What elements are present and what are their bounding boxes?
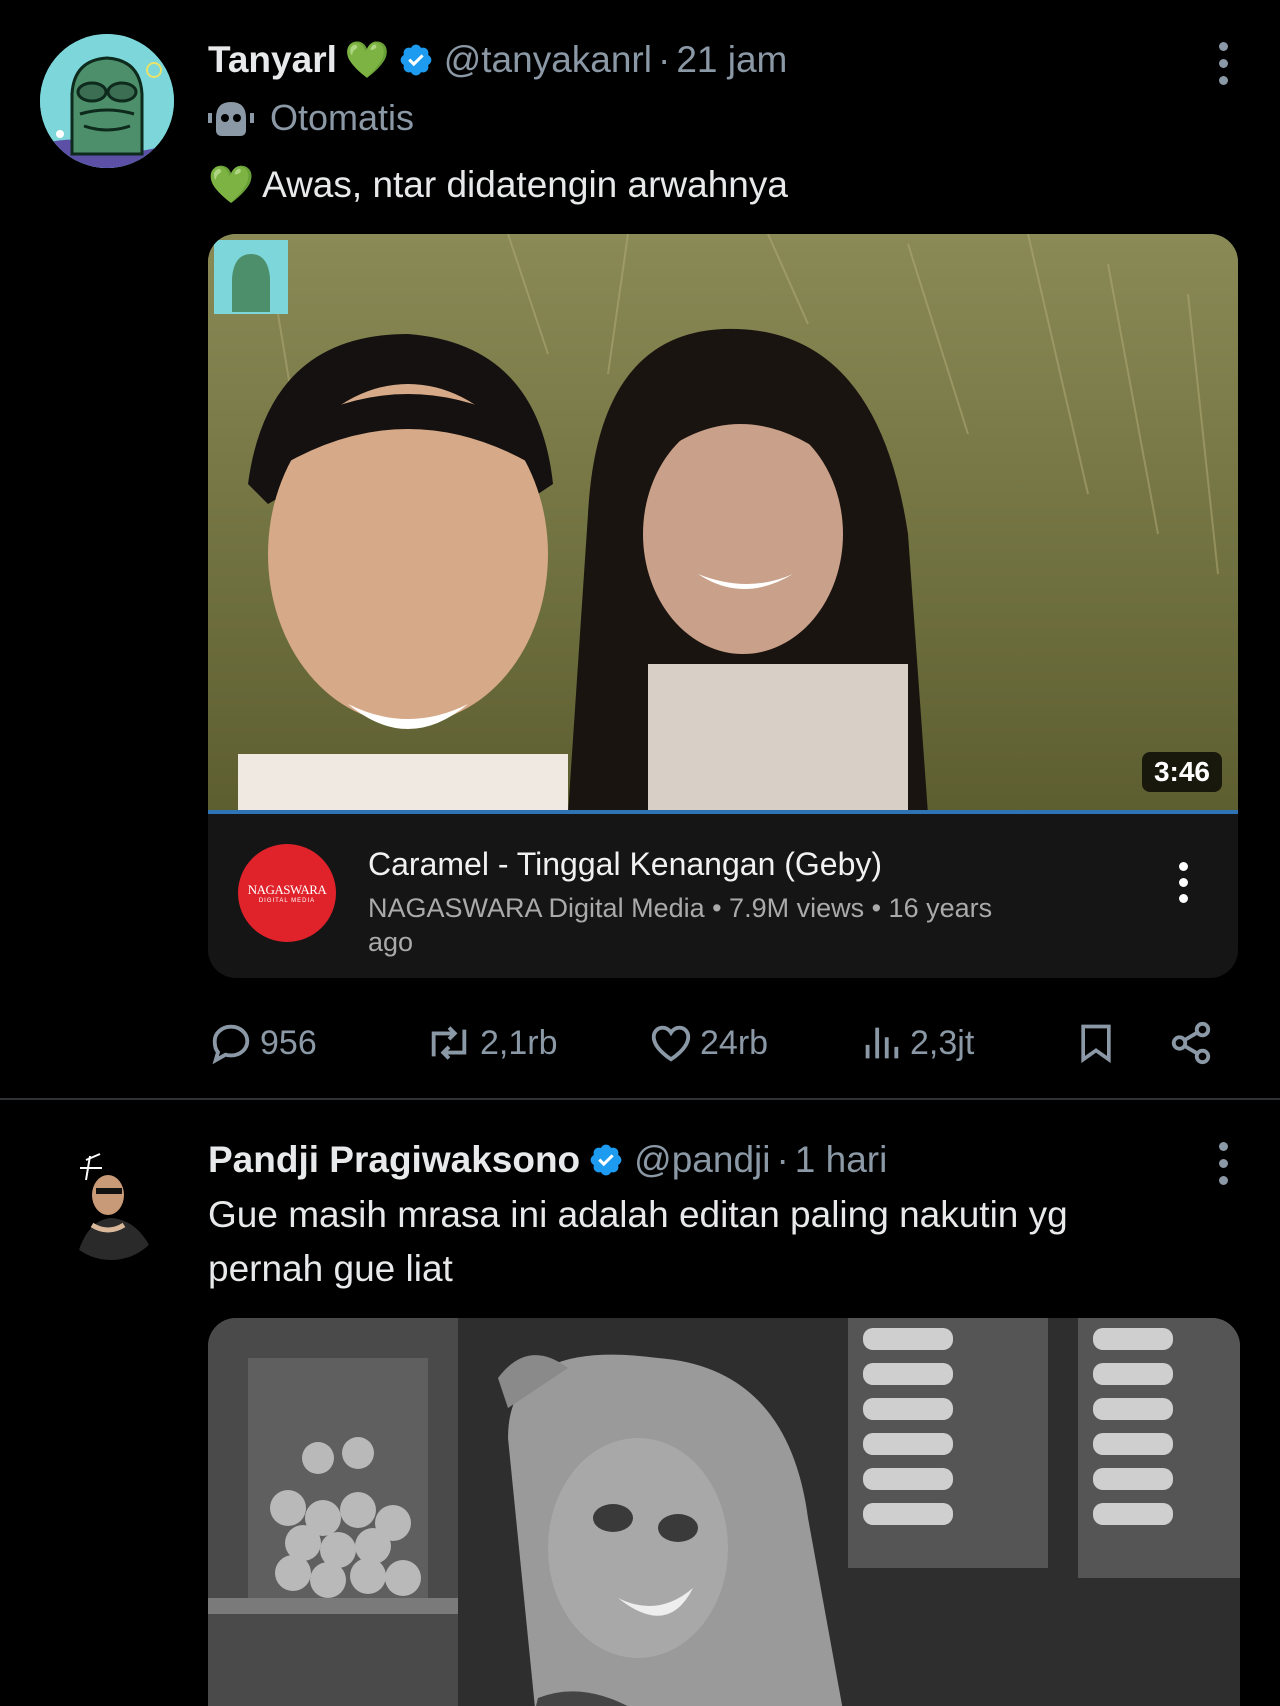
tweet-text-content: Awas, ntar didatengin arwahnya xyxy=(262,164,788,205)
tweet-text: 💚 Awas, ntar didatengin arwahnya xyxy=(208,158,1240,212)
video-card-meta[interactable]: NAGASWARA DIGITAL MEDIA Caramel - Tingga… xyxy=(208,814,1238,978)
repost-icon xyxy=(431,1026,467,1060)
video-channel-line: NAGASWARA Digital Media • 7.9M views • 1… xyxy=(368,893,993,923)
separator-dot: · xyxy=(776,1139,789,1180)
like-button[interactable]: 24rb xyxy=(648,1020,768,1066)
tweet-2[interactable]: Pandji Pragiwaksono @pandji · 1 hari Gue… xyxy=(0,1100,1280,1706)
tweet-header: Tanyarl 💚 @tanyakanrl · 21 jam xyxy=(208,30,1240,90)
thumbnail-image xyxy=(208,234,1238,814)
robot-icon xyxy=(208,102,254,136)
bookmark-icon xyxy=(1081,1024,1111,1064)
channel-logo[interactable]: NAGASWARA DIGITAL MEDIA xyxy=(238,844,336,942)
author-name[interactable]: Pandji Pragiwaksono xyxy=(208,1139,580,1181)
like-icon xyxy=(651,1025,691,1062)
tweet-1[interactable]: Tanyarl 💚 @tanyakanrl · 21 jam Otomatis … xyxy=(0,0,1280,1098)
views-count: 2,3jt xyxy=(910,1023,975,1062)
author-avatar[interactable] xyxy=(40,34,174,168)
share-button[interactable] xyxy=(1168,1020,1220,1066)
more-icon[interactable] xyxy=(1218,42,1228,85)
avatar-illustration xyxy=(40,34,174,168)
video-duration: 3:46 xyxy=(1141,752,1222,792)
verified-badge-icon xyxy=(398,42,434,78)
video-thumbnail[interactable]: 3:46 xyxy=(208,234,1238,814)
tweet-time[interactable]: 1 hari xyxy=(795,1139,888,1181)
reply-button[interactable]: 956 xyxy=(208,1020,317,1066)
separator-dot: · xyxy=(657,39,671,80)
views-button[interactable]: 2,3jt xyxy=(858,1020,974,1066)
tweet-text: Gue masih mrasa ini adalah editan paling… xyxy=(208,1194,1068,1289)
reply-count: 956 xyxy=(260,1023,317,1062)
green-heart-emoji: 💚 xyxy=(208,164,255,205)
more-icon[interactable] xyxy=(1218,1142,1228,1185)
tweet-image[interactable] xyxy=(208,1318,1240,1706)
repost-count: 2,1rb xyxy=(480,1023,558,1062)
share-icon xyxy=(1171,1021,1211,1065)
automated-label[interactable]: Otomatis xyxy=(208,90,1240,146)
author-handle[interactable]: @tanyakanrl xyxy=(444,39,652,81)
repost-button[interactable]: 2,1rb xyxy=(424,1020,558,1066)
video-channel-line-2: ago xyxy=(368,927,414,957)
green-heart-emoji: 💚 xyxy=(344,39,390,80)
video-more-icon[interactable] xyxy=(1179,862,1188,903)
channel-logo-text: NAGASWARA xyxy=(247,882,327,897)
tweet-time[interactable]: 21 jam xyxy=(676,39,787,81)
author-handle[interactable]: @pandji xyxy=(634,1139,770,1181)
tweet-header: Pandji Pragiwaksono @pandji · 1 hari xyxy=(208,1130,1240,1190)
channel-logo-subtext: DIGITAL MEDIA xyxy=(258,898,316,904)
video-title[interactable]: Caramel - Tinggal Kenangan (Geby) xyxy=(368,844,1088,884)
author-avatar[interactable] xyxy=(56,1150,166,1260)
views-icon xyxy=(865,1027,899,1059)
author-name[interactable]: Tanyarl xyxy=(208,39,337,81)
bookmark-button[interactable] xyxy=(1074,1020,1124,1066)
avatar-illustration xyxy=(56,1150,166,1260)
action-bar: 956 2,1rb 24rb 2,3jt xyxy=(208,978,1240,1108)
like-count: 24rb xyxy=(700,1023,769,1062)
image-content xyxy=(208,1318,1240,1706)
verified-badge-icon xyxy=(588,1142,624,1178)
reply-icon xyxy=(212,1024,250,1065)
automated-text: Otomatis xyxy=(270,97,415,138)
video-card[interactable]: 3:46 NAGASWARA DIGITAL MEDIA Caramel - T… xyxy=(208,234,1238,978)
